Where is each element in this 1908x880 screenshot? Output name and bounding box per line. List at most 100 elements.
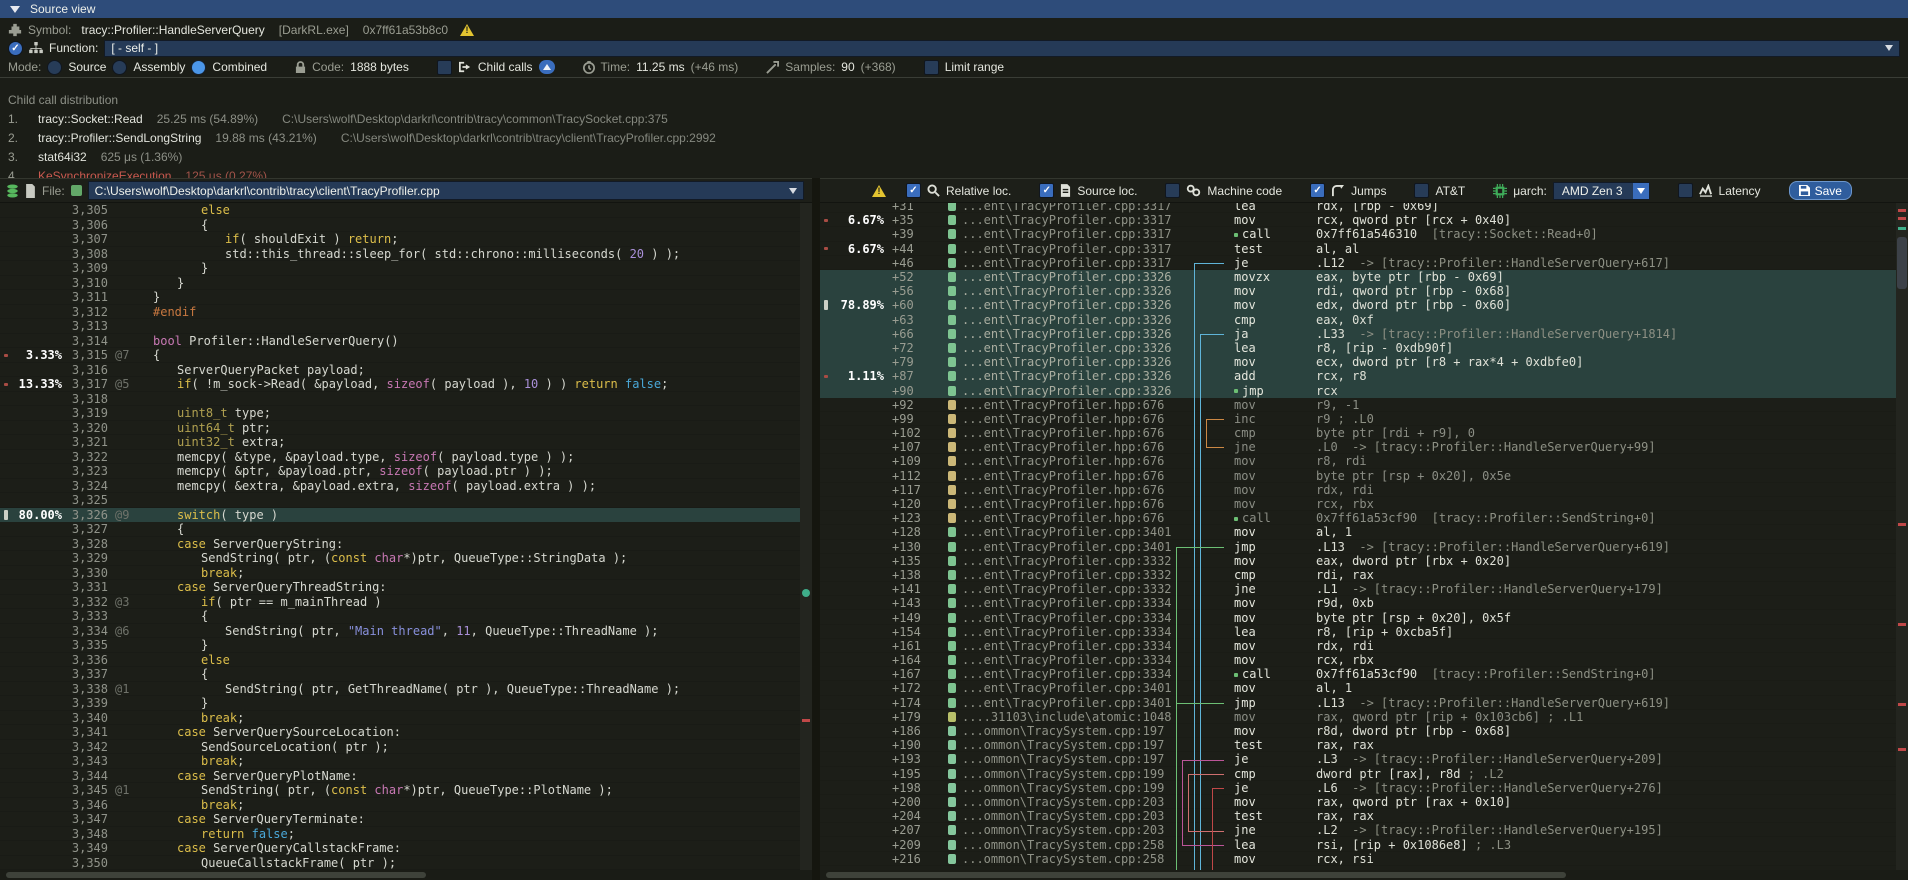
source-line[interactable]: 3,318 bbox=[0, 392, 800, 407]
asm-row[interactable]: +112...ent\TracyProfiler.hpp:676movbyte … bbox=[820, 469, 1896, 483]
source-line[interactable]: 3,350QueueCallstackFrame( ptr ); bbox=[0, 856, 800, 871]
source-line[interactable]: 3,309} bbox=[0, 261, 800, 276]
uarch-combo-caret[interactable] bbox=[1633, 183, 1649, 199]
source-line[interactable]: 3,322memcpy( &type, &payload.type, sizeo… bbox=[0, 450, 800, 465]
source-line[interactable]: 3,346break; bbox=[0, 798, 800, 813]
source-line[interactable]: 3,340break; bbox=[0, 711, 800, 726]
asm-row[interactable]: +107...ent\TracyProfiler.hpp:676jne.L0 -… bbox=[820, 440, 1896, 454]
function-combo[interactable]: [ - self - ] bbox=[104, 40, 1900, 57]
source-line[interactable]: 3,305else bbox=[0, 203, 800, 218]
source-line[interactable]: 3,335} bbox=[0, 638, 800, 653]
asm-row[interactable]: +179....31103\include\atomic:1048movrax,… bbox=[820, 710, 1896, 724]
asm-row[interactable]: 6.67%+44...ent\TracyProfiler.cpp:3317tes… bbox=[820, 242, 1896, 256]
symbol-warning-icon[interactable] bbox=[460, 24, 474, 36]
asm-row[interactable]: +56...ent\TracyProfiler.cpp:3326movrdi, … bbox=[820, 284, 1896, 298]
source-line[interactable]: 3,338@1SendString( ptr, GetThreadName( p… bbox=[0, 682, 800, 697]
source-line[interactable]: 13.33%3,317@5if( !m_sock->Read( &payload… bbox=[0, 377, 800, 392]
asm-row[interactable]: +161...ent\TracyProfiler.cpp:3334movrdx,… bbox=[820, 639, 1896, 653]
asm-row[interactable]: +109...ent\TracyProfiler.hpp:676movr8, r… bbox=[820, 454, 1896, 468]
source-line[interactable]: 3,307if( shouldExit ) return; bbox=[0, 232, 800, 247]
source-line[interactable]: 3,314bool Profiler::HandleServerQuery() bbox=[0, 334, 800, 349]
asm-row[interactable]: +63...ent\TracyProfiler.cpp:3326cmpeax, … bbox=[820, 313, 1896, 327]
asm-row[interactable]: +130...ent\TracyProfiler.cpp:3401jmp.L13… bbox=[820, 540, 1896, 554]
asm-row[interactable]: +190...ommon\TracySystem.cpp:197testrax,… bbox=[820, 738, 1896, 752]
asm-row[interactable]: +216...ommon\TracySystem.cpp:258movrcx, … bbox=[820, 852, 1896, 866]
asm-row[interactable]: 6.67%+35...ent\TracyProfiler.cpp:3317mov… bbox=[820, 213, 1896, 227]
asm-row[interactable]: +52...ent\TracyProfiler.cpp:3326movzxeax… bbox=[820, 270, 1896, 284]
assembly-vertical-scrollbar[interactable] bbox=[1896, 203, 1908, 870]
asm-row[interactable]: 78.89%+60...ent\TracyProfiler.cpp:3326mo… bbox=[820, 298, 1896, 312]
limit-range-checkbox[interactable] bbox=[924, 60, 939, 75]
source-line[interactable]: 3,319uint8_t type; bbox=[0, 406, 800, 421]
source-line[interactable]: 3,331case ServerQueryThreadString: bbox=[0, 580, 800, 595]
window-titlebar[interactable]: Source view bbox=[0, 0, 1908, 18]
panel-splitter[interactable] bbox=[812, 178, 820, 880]
source-line[interactable]: 3.33%3,315@7{ bbox=[0, 348, 800, 363]
asm-row[interactable]: +164...ent\TracyProfiler.cpp:3334movrcx,… bbox=[820, 653, 1896, 667]
source-line[interactable]: 3,308std::this_thread::sleep_for( std::c… bbox=[0, 247, 800, 262]
asm-row[interactable]: +141...ent\TracyProfiler.cpp:3332jne.L1 … bbox=[820, 582, 1896, 596]
asm-row[interactable]: +195...ommon\TracySystem.cpp:199cmpdword… bbox=[820, 767, 1896, 781]
asm-row[interactable]: +99...ent\TracyProfiler.hpp:676incr9 ; .… bbox=[820, 412, 1896, 426]
source-line[interactable]: 3,313 bbox=[0, 319, 800, 334]
asm-row[interactable]: +172...ent\TracyProfiler.cpp:3401moval, … bbox=[820, 681, 1896, 695]
source-line[interactable]: 3,342SendSourceLocation( ptr ); bbox=[0, 740, 800, 755]
asm-row[interactable]: +198...ommon\TracySystem.cpp:199je.L6 ->… bbox=[820, 781, 1896, 795]
asm-row[interactable]: +154...ent\TracyProfiler.cpp:3334lear8, … bbox=[820, 625, 1896, 639]
source-line[interactable]: 3,333{ bbox=[0, 609, 800, 624]
child-call-item[interactable]: 3.stat64i32625 μs (1.36%) bbox=[8, 147, 1908, 166]
mode-radio-combined[interactable] bbox=[191, 60, 206, 75]
source-line[interactable]: 3,320uint64_t ptr; bbox=[0, 421, 800, 436]
source-line[interactable]: 3,348return false; bbox=[0, 827, 800, 842]
hscroll-thumb[interactable] bbox=[826, 872, 1566, 878]
machine-code-checkbox[interactable] bbox=[1165, 183, 1180, 198]
source-line[interactable]: 3,336else bbox=[0, 653, 800, 668]
source-line[interactable]: 3,316ServerQueryPacket payload; bbox=[0, 363, 800, 378]
source-line[interactable]: 3,339} bbox=[0, 696, 800, 711]
source-line[interactable]: 3,324memcpy( &extra, &payload.extra, siz… bbox=[0, 479, 800, 494]
asm-row[interactable]: +135...ent\TracyProfiler.cpp:3332moveax,… bbox=[820, 554, 1896, 568]
asm-row[interactable]: +46...ent\TracyProfiler.cpp:3317je.L12 -… bbox=[820, 256, 1896, 270]
source-line[interactable]: 3,328case ServerQueryString: bbox=[0, 537, 800, 552]
source-line[interactable]: 3,344case ServerQueryPlotName: bbox=[0, 769, 800, 784]
source-line[interactable]: 3,332@3if( ptr == m_mainThread ) bbox=[0, 595, 800, 610]
uarch-combo[interactable]: AMD Zen 3 bbox=[1553, 182, 1650, 200]
asm-row[interactable]: +149...ent\TracyProfiler.cpp:3334movbyte… bbox=[820, 610, 1896, 624]
asm-row[interactable]: +200...ommon\TracySystem.cpp:203movrax, … bbox=[820, 795, 1896, 809]
parent-frame-button[interactable] bbox=[539, 60, 555, 74]
source-line[interactable]: 3,343break; bbox=[0, 754, 800, 769]
source-line[interactable]: 3,310} bbox=[0, 276, 800, 291]
source-line[interactable]: 3,325 bbox=[0, 493, 800, 508]
child-call-item[interactable]: 1.tracy::Socket::Read25.25 ms (54.89%)C:… bbox=[8, 109, 1908, 128]
asm-warning-icon[interactable] bbox=[872, 185, 886, 197]
source-line[interactable]: 3,347case ServerQueryTerminate: bbox=[0, 812, 800, 827]
asm-row[interactable]: +66...ent\TracyProfiler.cpp:3326ja.L33 -… bbox=[820, 327, 1896, 341]
asm-row[interactable]: +138...ent\TracyProfiler.cpp:3332cmprdi,… bbox=[820, 568, 1896, 582]
assembly-view[interactable]: +31...ent\TracyProfiler.cpp:3317leardx, … bbox=[820, 203, 1896, 870]
source-line[interactable]: 3,329SendString( ptr, (const char*)ptr, … bbox=[0, 551, 800, 566]
child-calls-checkbox[interactable] bbox=[437, 60, 452, 75]
relative-loc-checkbox[interactable] bbox=[906, 183, 921, 198]
source-loc-checkbox[interactable] bbox=[1039, 183, 1054, 198]
asm-row[interactable]: +143...ent\TracyProfiler.cpp:3334movr9d,… bbox=[820, 596, 1896, 610]
mode-radio-source[interactable] bbox=[47, 60, 62, 75]
function-combo-caret[interactable] bbox=[1885, 45, 1893, 51]
source-line[interactable]: 3,306{ bbox=[0, 218, 800, 233]
asm-row[interactable]: +92...ent\TracyProfiler.hpp:676movr9, -1 bbox=[820, 398, 1896, 412]
asm-row[interactable]: +186...ommon\TracySystem.cpp:197movr8d, … bbox=[820, 724, 1896, 738]
asm-row[interactable]: +193...ommon\TracySystem.cpp:197je.L3 ->… bbox=[820, 752, 1896, 766]
source-line[interactable]: 80.00%3,326@9switch( type ) bbox=[0, 508, 800, 523]
source-vertical-scrollbar[interactable] bbox=[800, 203, 812, 870]
asm-row[interactable]: +117...ent\TracyProfiler.hpp:676movrdx, … bbox=[820, 483, 1896, 497]
source-line[interactable]: 3,327{ bbox=[0, 522, 800, 537]
source-line[interactable]: 3,312#endif bbox=[0, 305, 800, 320]
source-line[interactable]: 3,330break; bbox=[0, 566, 800, 581]
vscroll-thumb[interactable] bbox=[1897, 237, 1907, 289]
collapse-icon[interactable] bbox=[10, 6, 20, 13]
asm-row[interactable]: +204...ommon\TracySystem.cpp:203testrax,… bbox=[820, 809, 1896, 823]
asm-row[interactable]: +31...ent\TracyProfiler.cpp:3317leardx, … bbox=[820, 203, 1896, 213]
source-line[interactable]: 3,337{ bbox=[0, 667, 800, 682]
file-path-combo[interactable]: C:\Users\wolf\Desktop\darkrl\contrib\tra… bbox=[88, 181, 804, 200]
asm-row[interactable]: +128...ent\TracyProfiler.cpp:3401moval, … bbox=[820, 525, 1896, 539]
file-combo-caret[interactable] bbox=[789, 188, 797, 194]
